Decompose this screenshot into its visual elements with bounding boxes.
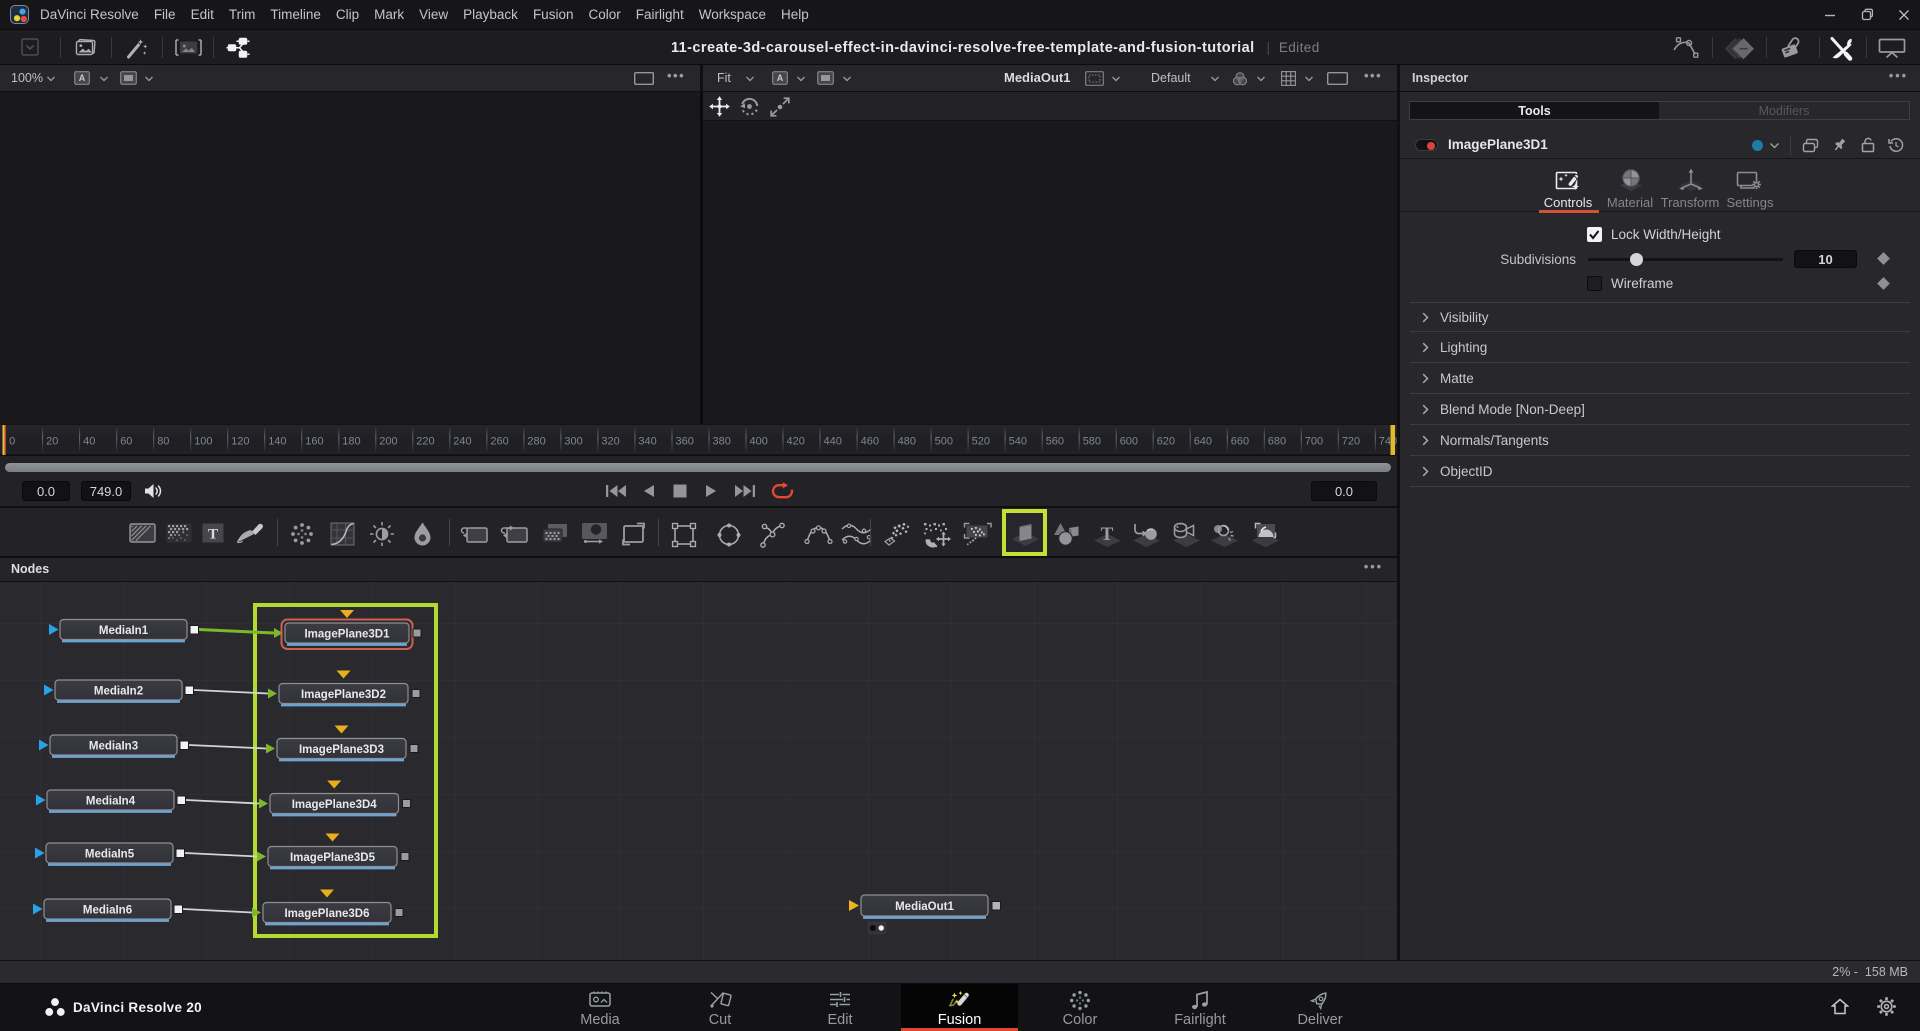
svg-text:640: 640 <box>1194 436 1212 448</box>
svg-text:260: 260 <box>490 436 508 448</box>
svg-text:MediaIn5: MediaIn5 <box>85 849 135 861</box>
svg-text:540: 540 <box>1009 436 1027 448</box>
svg-text:200: 200 <box>379 436 397 448</box>
svg-text:220: 220 <box>416 436 434 448</box>
svg-text:240: 240 <box>453 436 471 448</box>
svg-text:480: 480 <box>898 436 916 448</box>
svg-text:180: 180 <box>342 436 360 448</box>
svg-text:ImagePlane3D3: ImagePlane3D3 <box>299 744 384 756</box>
svg-text:MediaIn3: MediaIn3 <box>89 741 138 753</box>
svg-text:680: 680 <box>1268 436 1286 448</box>
svg-text:MediaOut1: MediaOut1 <box>895 901 954 913</box>
svg-text:700: 700 <box>1305 436 1323 448</box>
svg-text:280: 280 <box>527 436 545 448</box>
svg-text:MediaIn1: MediaIn1 <box>99 625 149 637</box>
svg-text:MediaIn6: MediaIn6 <box>83 905 132 917</box>
svg-text:420: 420 <box>787 436 805 448</box>
svg-text:100: 100 <box>194 436 212 448</box>
svg-text:360: 360 <box>676 436 694 448</box>
svg-text:ImagePlane3D6: ImagePlane3D6 <box>284 908 369 920</box>
svg-text:720: 720 <box>1342 436 1360 448</box>
svg-text:T: T <box>1101 524 1114 545</box>
svg-text:60: 60 <box>120 436 132 448</box>
svg-text:120: 120 <box>231 436 249 448</box>
svg-text:380: 380 <box>713 436 731 448</box>
svg-text:A: A <box>777 73 784 83</box>
svg-text:400: 400 <box>750 436 768 448</box>
svg-text:140: 140 <box>268 436 286 448</box>
svg-text:20: 20 <box>46 436 58 448</box>
svg-text:MediaIn4: MediaIn4 <box>86 796 136 808</box>
svg-text:ImagePlane3D5: ImagePlane3D5 <box>290 852 376 864</box>
svg-text:620: 620 <box>1157 436 1175 448</box>
svg-text:ImagePlane3D2: ImagePlane3D2 <box>301 689 386 701</box>
svg-text:460: 460 <box>861 436 879 448</box>
svg-text:ImagePlane3D1: ImagePlane3D1 <box>304 629 390 641</box>
svg-text:520: 520 <box>972 436 990 448</box>
svg-text:300: 300 <box>564 436 582 448</box>
svg-text:440: 440 <box>824 436 842 448</box>
svg-text:40: 40 <box>83 436 95 448</box>
svg-text:340: 340 <box>638 436 656 448</box>
svg-text:A: A <box>79 73 86 83</box>
svg-text:T: T <box>208 527 218 543</box>
svg-text:600: 600 <box>1120 436 1138 448</box>
svg-text:500: 500 <box>935 436 953 448</box>
svg-text:580: 580 <box>1083 436 1101 448</box>
svg-text:560: 560 <box>1046 436 1064 448</box>
svg-text:ImagePlane3D4: ImagePlane3D4 <box>292 799 378 811</box>
svg-text:0: 0 <box>9 436 15 448</box>
svg-text:MediaIn2: MediaIn2 <box>94 686 143 698</box>
svg-text:660: 660 <box>1231 436 1249 448</box>
svg-text:160: 160 <box>305 436 323 448</box>
svg-text:320: 320 <box>601 436 619 448</box>
svg-text:80: 80 <box>157 436 169 448</box>
